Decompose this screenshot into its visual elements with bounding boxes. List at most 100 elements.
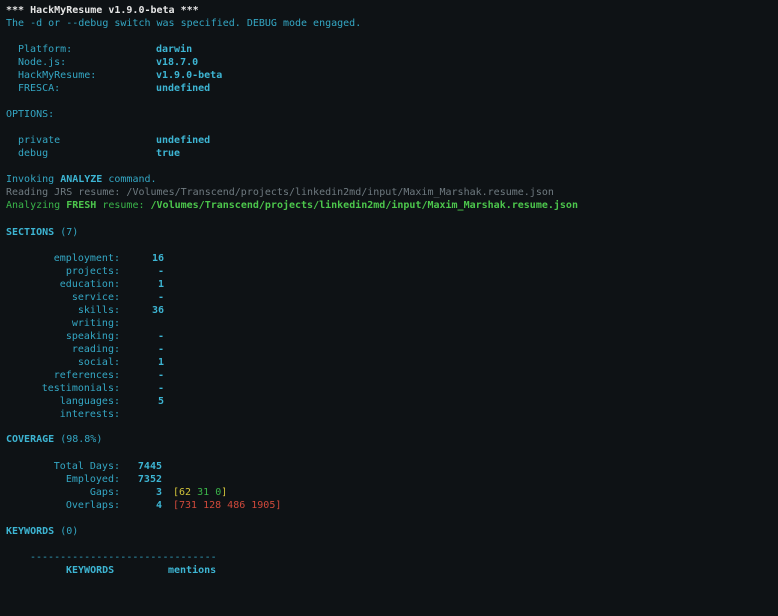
coverage-label: Overlaps: — [65, 500, 120, 511]
section-row: speaking: - — [0, 330, 778, 343]
invoke-suffix: command. — [102, 174, 157, 185]
analyzing-path: /Volumes/Transcend/projects/linkedin2md/… — [150, 200, 578, 211]
invoke-command: ANALYZE — [60, 174, 103, 185]
section-label: service: — [71, 292, 120, 303]
coverage-row-overlaps: Overlaps: 4 [731 128 486 1905] — [0, 499, 778, 512]
coverage-label: Gaps: — [89, 487, 120, 498]
section-value: - — [157, 344, 164, 355]
section-value: 1 — [157, 279, 164, 290]
keywords-count: (0) — [60, 526, 79, 537]
env-row-fresca: FRESCA: undefined — [0, 82, 778, 95]
section-label: languages: — [59, 396, 120, 407]
sections-header: SECTIONS (7) — [6, 226, 78, 239]
coverage-row-total: Total Days: 7445 — [0, 460, 778, 473]
section-row: skills: 36 — [0, 304, 778, 317]
section-row: testimonials: - — [0, 382, 778, 395]
invoke-prefix: Invoking — [6, 174, 61, 185]
env-row-platform: Platform: darwin — [0, 43, 778, 56]
option-value: true — [156, 148, 181, 159]
section-value: 36 — [151, 305, 164, 316]
env-row-hackmyresume: HackMyResume: v1.9.0-beta — [0, 69, 778, 82]
section-label: testimonials: — [41, 383, 120, 394]
section-value: 16 — [151, 253, 164, 264]
env-value: v1.9.0-beta — [156, 70, 223, 81]
section-row: reading: - — [0, 343, 778, 356]
keywords-column-headers: KEYWORDS mentions — [0, 564, 778, 577]
section-label: projects: — [65, 266, 120, 277]
invoke-line: Invoking ANALYZE command. — [6, 173, 157, 186]
env-label: Node.js: — [18, 57, 67, 68]
debug-message: The -d or --debug switch was specified. … — [6, 18, 362, 29]
terminal-window: *** HackMyResume v1.9.0-beta *** The -d … — [0, 0, 778, 595]
env-label: HackMyResume: — [18, 70, 97, 81]
section-row: service: - — [0, 291, 778, 304]
reading-prefix: Reading — [6, 187, 55, 198]
section-row: interests: — [0, 408, 778, 421]
coverage-value: 3 — [155, 487, 162, 498]
section-value: 1 — [157, 357, 164, 368]
section-value: - — [157, 383, 164, 394]
sections-count: (7) — [60, 227, 79, 238]
section-label: education: — [59, 279, 120, 290]
section-row: social: 1 — [0, 356, 778, 369]
reading-line: Reading JRS resume: /Volumes/Transcend/p… — [6, 186, 554, 199]
option-value: undefined — [156, 135, 211, 146]
section-value: - — [157, 331, 164, 342]
keywords-col-label: KEYWORDS — [66, 565, 115, 576]
coverage-header: COVERAGE (98.8%) — [6, 433, 102, 446]
section-row: projects: - — [0, 265, 778, 278]
keywords-divider: ------------------------------- — [30, 552, 217, 563]
section-value: - — [157, 370, 164, 381]
mentions-col-label: mentions — [168, 565, 217, 576]
analyzing-prefix: Analyzing — [6, 200, 67, 211]
app-title: *** HackMyResume v1.9.0-beta *** — [6, 5, 199, 16]
coverage-title: COVERAGE — [6, 434, 55, 445]
coverage-label: Employed: — [65, 474, 120, 485]
gaps-bracket-close: ] — [221, 487, 228, 498]
option-row-private: private undefined — [0, 134, 778, 147]
option-label: private — [18, 135, 61, 146]
coverage-row-gaps: Gaps: 3 [62 31 0] — [0, 486, 778, 499]
reading-path: /Volumes/Transcend/projects/linkedin2md/… — [126, 187, 554, 198]
env-label: Platform: — [18, 44, 73, 55]
section-row: references: - — [0, 369, 778, 382]
gaps-detail: [62 31 0] — [173, 486, 227, 499]
env-value: v18.7.0 — [156, 57, 199, 68]
section-value: 5 — [157, 396, 164, 407]
section-label: reading: — [71, 344, 120, 355]
section-row: education: 1 — [0, 278, 778, 291]
coverage-value: 7445 — [137, 461, 162, 472]
reading-format: JRS — [54, 187, 73, 198]
option-row-debug: debug true — [0, 147, 778, 160]
coverage-value: 4 — [155, 500, 162, 511]
section-row: writing: — [0, 317, 778, 330]
section-value: - — [157, 292, 164, 303]
analyzing-format: FRESH — [66, 200, 97, 211]
env-value: darwin — [156, 44, 193, 55]
option-label: debug — [18, 148, 49, 159]
keywords-title: KEYWORDS — [6, 526, 55, 537]
overlaps-detail: [731 128 486 1905] — [173, 500, 282, 511]
env-value: undefined — [156, 83, 211, 94]
coverage-value: 7352 — [137, 474, 162, 485]
section-row: languages: 5 — [0, 395, 778, 408]
keywords-header: KEYWORDS (0) — [6, 525, 78, 538]
sections-title: SECTIONS — [6, 227, 55, 238]
section-label: interests: — [59, 409, 120, 420]
section-label: speaking: — [65, 331, 120, 342]
section-row: employment: 16 — [0, 252, 778, 265]
coverage-row-employed: Employed: 7352 — [0, 473, 778, 486]
reading-mid: resume: — [72, 187, 127, 198]
section-value: - — [157, 266, 164, 277]
gaps-value: 62 — [179, 487, 192, 498]
gaps-value: 31 — [197, 487, 210, 498]
section-label: employment: — [53, 253, 120, 264]
analyzing-line: Analyzing FRESH resume: /Volumes/Transce… — [6, 199, 578, 212]
section-label: references: — [53, 370, 120, 381]
section-label: writing: — [71, 318, 120, 329]
analyzing-mid: resume: — [96, 200, 151, 211]
section-label: skills: — [77, 305, 120, 316]
section-label: social: — [77, 357, 120, 368]
env-row-node: Node.js: v18.7.0 — [0, 56, 778, 69]
options-header: OPTIONS: — [6, 109, 55, 120]
